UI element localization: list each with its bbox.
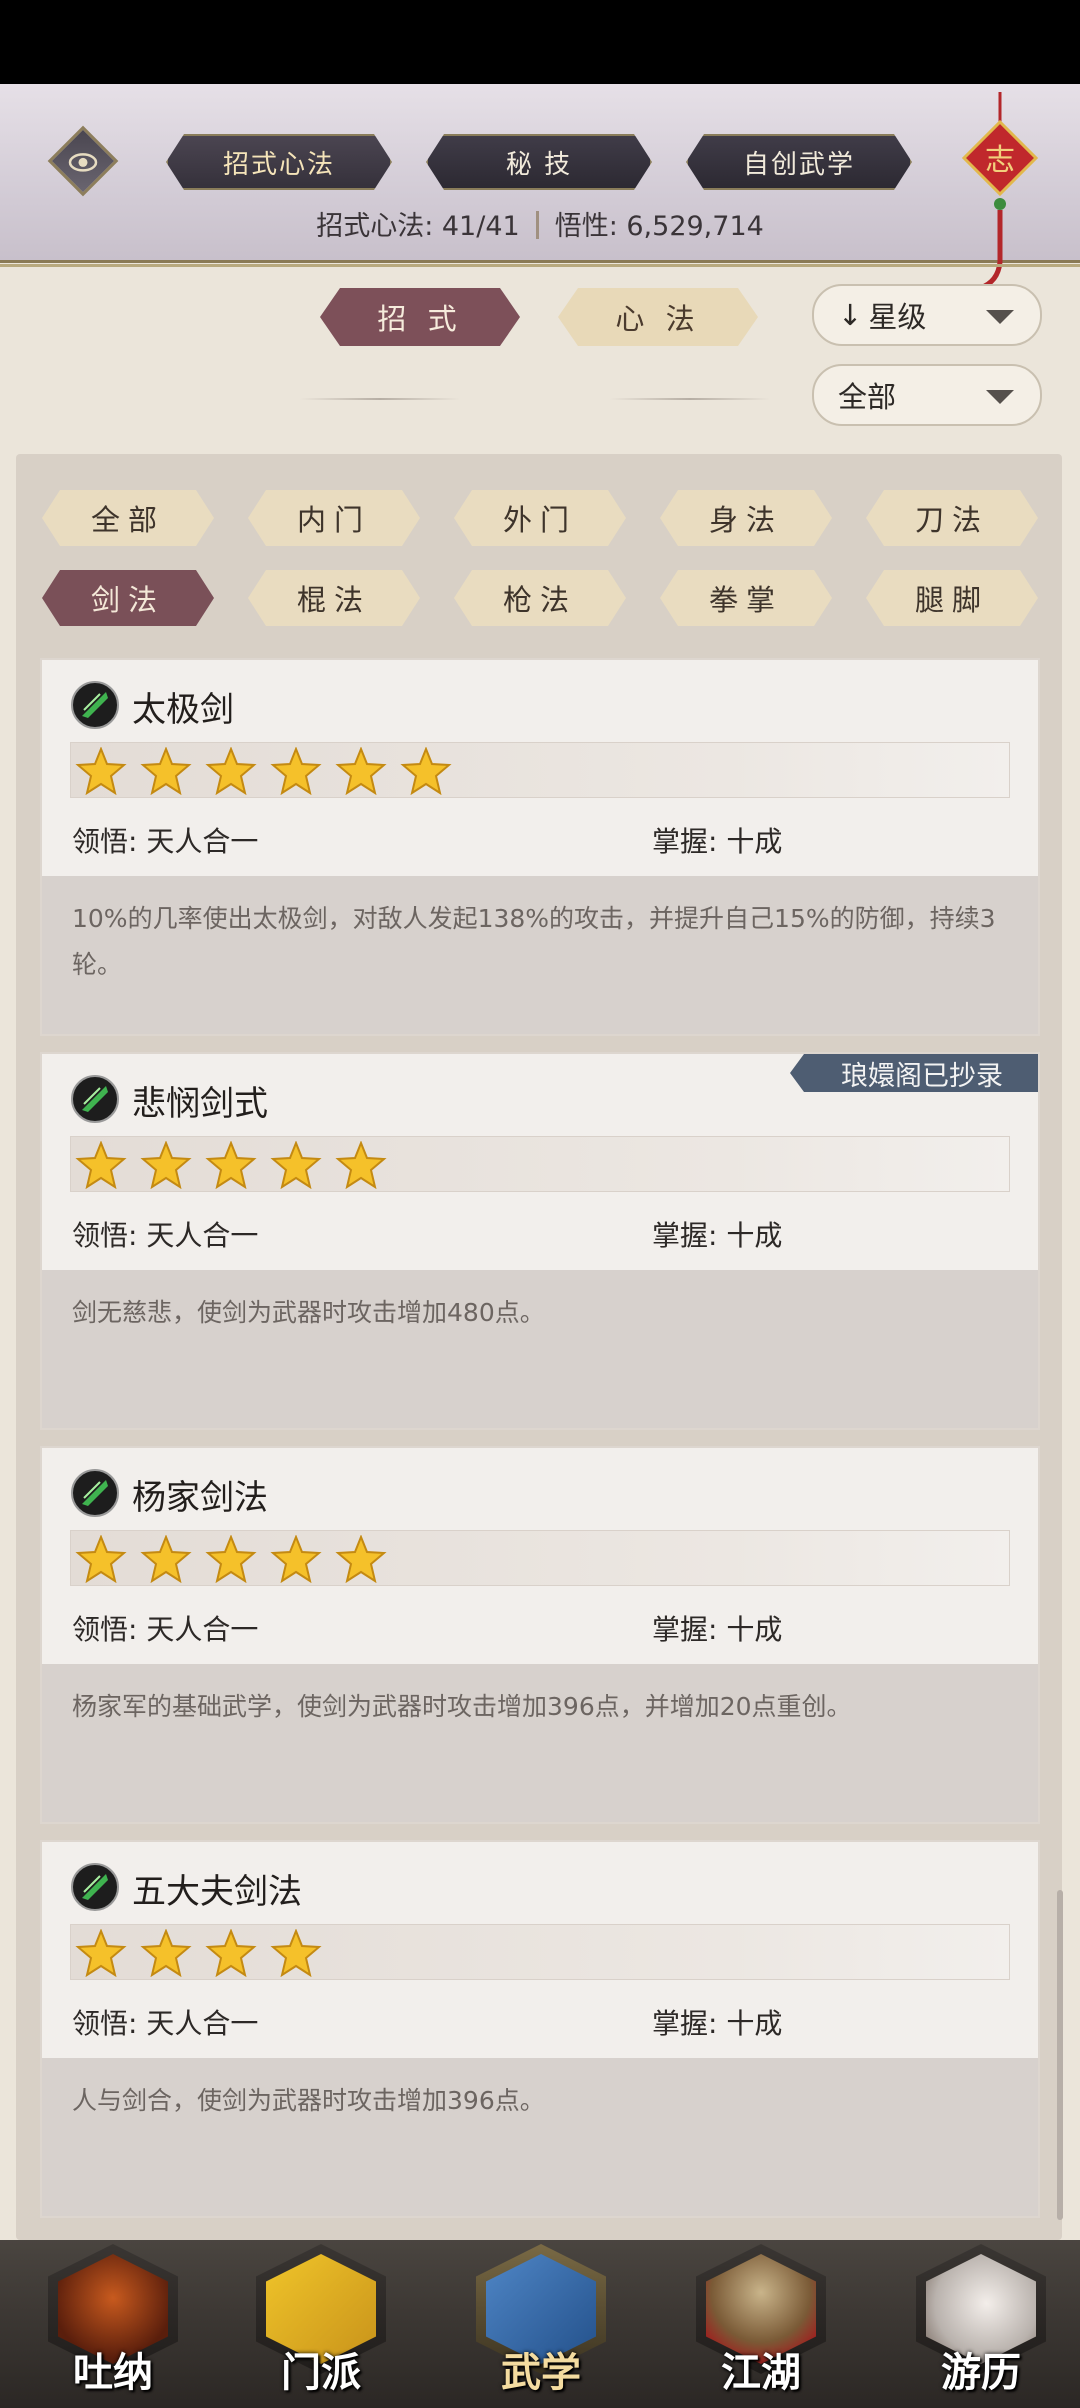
moves-count: 招式心法: 41/41: [316, 211, 520, 242]
star-icon: [75, 1535, 127, 1583]
comprehension-label: 领悟: 天人合一: [72, 2007, 259, 2040]
divider: [610, 398, 770, 400]
category-staff[interactable]: 棍法: [248, 570, 420, 626]
skill-card[interactable]: 太极剑 领悟: 天人合一 掌握: 十成 10%的几率使出太极剑，对敌人发起138…: [40, 658, 1040, 1036]
category-sword[interactable]: 剑法: [42, 570, 214, 626]
sword-skill-icon: [71, 1863, 119, 1911]
sword-skill-icon: [71, 1075, 119, 1123]
star-rating: [70, 1530, 1010, 1586]
star-icon: [335, 1535, 387, 1583]
nav-breathing[interactable]: 吐纳: [28, 2240, 198, 2408]
segment-moves[interactable]: 招 式: [320, 288, 520, 346]
divider: [300, 398, 460, 400]
sword-skill-icon: [71, 1469, 119, 1517]
archived-badge: 琅嬛阁已抄录: [790, 1054, 1038, 1092]
tab-secret-skills[interactable]: 秘 技: [426, 134, 652, 190]
caret-down-icon: [986, 310, 1014, 324]
star-icon: [75, 747, 127, 795]
star-icon: [335, 747, 387, 795]
comprehension-label: 领悟: 天人合一: [72, 1613, 259, 1646]
eye-icon: [68, 153, 98, 172]
sword-skill-icon: [71, 681, 119, 729]
star-rating: [70, 1136, 1010, 1192]
scope-dropdown[interactable]: 全部: [812, 364, 1042, 426]
star-icon: [270, 747, 322, 795]
star-icon: [400, 747, 452, 795]
skill-name: 太极剑: [132, 690, 234, 730]
bottom-nav: 吐纳 门派 武学 江湖 游历: [0, 2240, 1080, 2408]
category-spear[interactable]: 枪法: [454, 570, 626, 626]
tab-self-created[interactable]: 自创武学: [686, 134, 912, 190]
insight-value: 悟性: 6,529,714: [554, 211, 764, 242]
skill-card[interactable]: 五大夫剑法 领悟: 天人合一 掌握: 十成 人与剑合，使剑为武器时攻击增加396…: [40, 1840, 1040, 2218]
star-icon: [205, 747, 257, 795]
mastery-label: 掌握: 十成: [652, 825, 783, 858]
star-icon: [140, 1141, 192, 1189]
star-icon: [270, 1929, 322, 1977]
star-icon: [270, 1141, 322, 1189]
skill-card[interactable]: 悲悯剑式 琅嬛阁已抄录 领悟: 天人合一 掌握: 十成 剑无慈悲，使剑为武器时攻…: [40, 1052, 1040, 1430]
category-movement[interactable]: 身法: [660, 490, 832, 546]
skill-name: 悲悯剑式: [132, 1084, 268, 1124]
mastery-label: 掌握: 十成: [652, 1219, 783, 1252]
star-icon: [140, 747, 192, 795]
star-icon: [75, 1929, 127, 1977]
header: 招式心法 秘 技 自创武学 志 招式心法: 41/41 悟性: 6,529,714: [0, 84, 1080, 291]
star-icon: [140, 1929, 192, 1977]
star-icon: [335, 1141, 387, 1189]
skill-description: 人与剑合，使剑为武器时攻击增加396点。: [42, 2058, 1038, 2216]
category-outer[interactable]: 外门: [454, 490, 626, 546]
skill-card[interactable]: 杨家剑法 领悟: 天人合一 掌握: 十成 杨家军的基础武学，使剑为武器时攻击增加…: [40, 1446, 1040, 1824]
category-all[interactable]: 全部: [42, 490, 214, 546]
status-bar: [0, 0, 1080, 84]
svg-text:志: 志: [985, 143, 1015, 178]
star-icon: [205, 1929, 257, 1977]
skill-description: 杨家军的基础武学，使剑为武器时攻击增加396点，并增加20点重创。: [42, 1664, 1038, 1822]
skill-description: 10%的几率使出太极剑，对敌人发起138%的攻击，并提升自己15%的防御，持续3…: [42, 876, 1038, 1034]
view-toggle-button[interactable]: [47, 125, 119, 197]
nav-martial-arts[interactable]: 武学: [456, 2240, 626, 2408]
category-fist[interactable]: 拳掌: [660, 570, 832, 626]
segment-mind[interactable]: 心 法: [558, 288, 758, 346]
skill-description: 剑无慈悲，使剑为武器时攻击增加480点。: [42, 1270, 1038, 1428]
category-leg[interactable]: 腿脚: [866, 570, 1038, 626]
category-inner[interactable]: 内门: [248, 490, 420, 546]
mastery-label: 掌握: 十成: [652, 1613, 783, 1646]
mastery-label: 掌握: 十成: [652, 2007, 783, 2040]
comprehension-label: 领悟: 天人合一: [72, 825, 259, 858]
sort-dropdown[interactable]: ↓ 星级: [812, 284, 1042, 346]
category-blade[interactable]: 刀法: [866, 490, 1038, 546]
scrollbar[interactable]: [1057, 1890, 1063, 2220]
stats-line: 招式心法: 41/41 悟性: 6,529,714: [0, 204, 1080, 243]
skill-name: 五大夫剑法: [132, 1872, 302, 1912]
nav-jianghu[interactable]: 江湖: [676, 2240, 846, 2408]
star-rating: [70, 742, 1010, 798]
arrow-down-icon: ↓: [838, 298, 863, 332]
star-icon: [75, 1141, 127, 1189]
caret-down-icon: [986, 390, 1014, 404]
comprehension-label: 领悟: 天人合一: [72, 1219, 259, 1252]
star-icon: [270, 1535, 322, 1583]
star-icon: [205, 1141, 257, 1189]
star-icon: [140, 1535, 192, 1583]
skill-name: 杨家剑法: [132, 1478, 268, 1518]
tab-moves-mind[interactable]: 招式心法: [166, 134, 392, 190]
nav-travel[interactable]: 游历: [896, 2240, 1066, 2408]
nav-sect[interactable]: 门派: [236, 2240, 406, 2408]
star-icon: [205, 1535, 257, 1583]
star-rating: [70, 1924, 1010, 1980]
